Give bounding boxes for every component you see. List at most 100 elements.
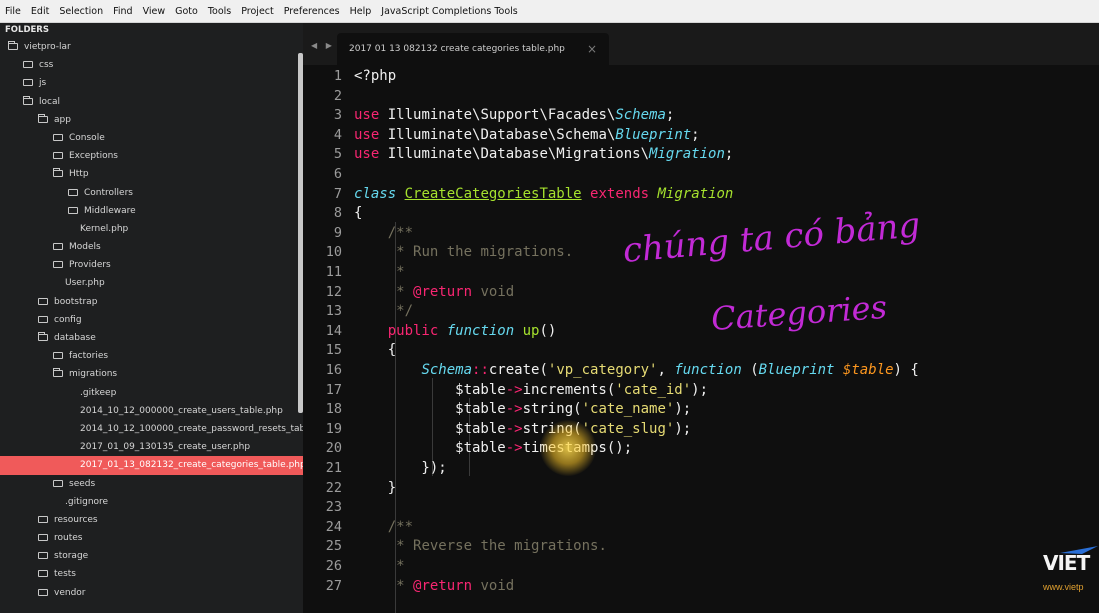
code-line: 4 use Illuminate\Database\Schema\Blueprin… [303, 126, 1099, 146]
tree-item-label: factories [69, 351, 109, 362]
tree-folder[interactable]: Exceptions [0, 147, 303, 165]
tree-folder[interactable]: js [0, 74, 303, 92]
folder-open-icon [53, 168, 63, 178]
tree-file[interactable]: 2014_10_12_100000_create_password_resets… [0, 420, 303, 438]
cursor-highlight [540, 420, 596, 476]
folder-icon [38, 552, 48, 560]
code-line: 10 * Run the migrations. [303, 243, 1099, 263]
code-line: 12 * @return void [303, 283, 1099, 303]
tree-file[interactable]: 2014_10_12_000000_create_users_table.php [0, 402, 303, 420]
line-number: 2 [333, 87, 342, 104]
tree-file[interactable]: .gitignore [0, 493, 303, 511]
tree-item-label: seeds [69, 478, 96, 489]
tree-folder[interactable]: tests [0, 565, 303, 583]
code-token: create( [488, 362, 548, 378]
code-token: * Reverse the migrations. [396, 538, 607, 555]
tree-file[interactable]: 2017_01_09_130135_create_user.php [0, 438, 303, 456]
code-text: */ [354, 303, 413, 319]
menu-item[interactable]: Preferences [279, 6, 345, 17]
line-number: 25 [325, 538, 342, 555]
tree-file[interactable]: 2017_01_13_082132_create_categories_tabl… [0, 456, 303, 475]
line-number: 21 [325, 460, 342, 476]
code-token: ); [674, 401, 692, 418]
folder-icon [38, 315, 48, 323]
tree-folder[interactable]: local [0, 93, 303, 111]
line-number: 14 [325, 322, 342, 339]
tree-folder[interactable]: resources [0, 511, 303, 529]
line-number: 17 [325, 381, 342, 398]
tree-folder[interactable]: storage [0, 547, 303, 565]
code-token: Illuminate\Database\Migrations\ [379, 146, 650, 163]
code-token: /** [387, 518, 414, 535]
menu-item[interactable]: Tools [203, 6, 236, 17]
code-token: class [354, 185, 397, 202]
code-token: -> [505, 420, 523, 437]
folder-open-icon [38, 113, 48, 123]
tree-file[interactable]: Kernel.php [0, 220, 303, 238]
code-token: use [354, 107, 380, 124]
tree-folder[interactable]: app [0, 111, 303, 129]
tree-folder[interactable]: Models [0, 238, 303, 256]
close-icon[interactable]: × [587, 33, 597, 65]
code-token: * [396, 558, 405, 574]
code-token: * [396, 283, 414, 300]
menu-item[interactable]: Selection [54, 6, 108, 17]
tree-folder[interactable]: Middleware [0, 202, 303, 220]
code-token: $table [842, 362, 894, 378]
menu-item[interactable]: Goto [170, 6, 203, 17]
line-number: 13 [325, 303, 342, 320]
code-editor[interactable]: 1 <?php 2 3 use Illuminate\Support\Facades\S… [303, 65, 1099, 613]
line-number: 27 [325, 577, 342, 594]
code-line: 9 /** [303, 224, 1099, 244]
line-number: 3 [333, 107, 342, 124]
folder-open-icon [23, 95, 33, 105]
tree-folder[interactable]: Console [0, 129, 303, 147]
tree-folder[interactable]: database [0, 329, 303, 347]
code-text: { [354, 205, 362, 221]
tree-folder[interactable]: config [0, 311, 303, 329]
menu-item[interactable]: View [138, 6, 171, 17]
tree-item-label: Middleware [84, 205, 136, 216]
code-line: 8{ [303, 204, 1099, 224]
tree-folder[interactable]: migrations [0, 365, 303, 383]
menu-item[interactable]: Project [236, 6, 279, 17]
tree-folder[interactable]: css [0, 56, 303, 74]
tree-folder[interactable]: Controllers [0, 184, 303, 202]
code-text: * @return void [354, 284, 514, 300]
tree-folder[interactable]: Http [0, 165, 303, 183]
tree-file[interactable]: User.php [0, 274, 303, 292]
tree-folder[interactable]: Providers [0, 256, 303, 274]
menu-item[interactable]: File [0, 6, 26, 17]
tree-item-label: routes [54, 533, 83, 544]
menu-item[interactable]: Edit [26, 6, 54, 17]
tree-folder[interactable]: factories [0, 347, 303, 365]
code-token: () [539, 322, 557, 339]
tree-folder[interactable]: bootstrap [0, 293, 303, 311]
tree-folder[interactable]: vendor [0, 584, 303, 602]
code-token: Schema [615, 107, 666, 124]
menu-item[interactable]: Find [108, 6, 137, 17]
code-line: 22 } [303, 479, 1099, 499]
tree-folder[interactable]: seeds [0, 475, 303, 493]
code-text: class CreateCategoriesTable extends Migr… [354, 186, 733, 202]
line-number: 26 [325, 558, 342, 574]
menu-item[interactable]: JavaScript Completions Tools [376, 6, 522, 17]
menu-item[interactable]: Help [345, 6, 377, 17]
line-number: 15 [325, 342, 342, 359]
code-text: * [354, 558, 405, 574]
tree-item-label: tests [54, 569, 76, 580]
line-number: 1 [333, 68, 342, 84]
code-token: /** [387, 224, 414, 241]
tree-folder[interactable]: routes [0, 529, 303, 547]
tree-folder[interactable]: vietpro-lar [0, 38, 303, 56]
tab-active-file[interactable]: 2017 01 13 082132 create categories tabl… [337, 33, 609, 65]
tab-nav-arrows-icon[interactable]: ◀ ▶ [311, 41, 335, 50]
tree-item-label: vietpro-lar [24, 42, 71, 52]
code-text: * Run the migrations. [354, 244, 573, 260]
line-number: 6 [333, 166, 342, 182]
tree-file[interactable]: .gitkeep [0, 384, 303, 402]
